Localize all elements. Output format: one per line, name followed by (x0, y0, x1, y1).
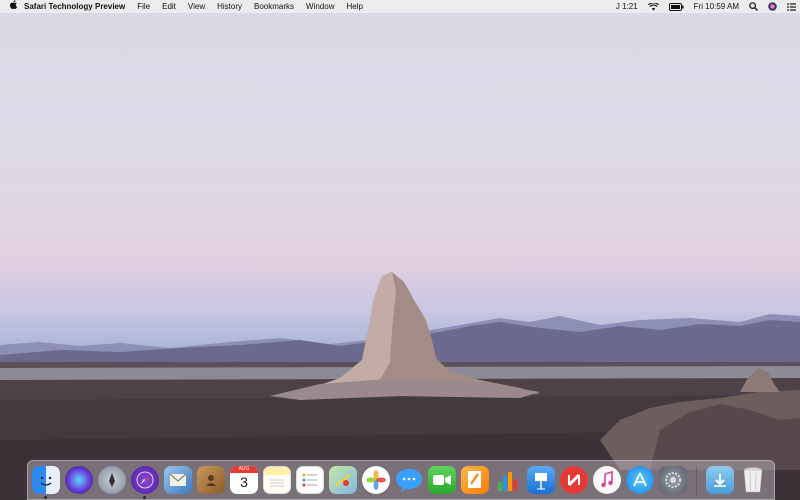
dock: AUG 3 (27, 460, 775, 500)
menubar-clock[interactable]: Fri 10:59 AM (694, 0, 739, 13)
keynote-icon[interactable] (527, 466, 555, 494)
menu-view[interactable]: View (182, 0, 211, 13)
menu-file[interactable]: File (131, 0, 156, 13)
itunes-icon[interactable] (593, 466, 621, 494)
messages-icon[interactable] (395, 466, 423, 494)
calendar-icon[interactable]: AUG 3 (230, 466, 258, 494)
safari-running-indicator (143, 496, 146, 499)
finder-running-indicator (44, 496, 47, 499)
menu-edit[interactable]: Edit (156, 0, 182, 13)
app-menu[interactable]: Safari Technology Preview (20, 0, 131, 13)
user-status[interactable]: J 1:21 (616, 0, 638, 13)
mail-icon[interactable] (164, 466, 192, 494)
launchpad-icon[interactable] (98, 466, 126, 494)
notes-icon[interactable] (263, 466, 291, 494)
menu-help[interactable]: Help (340, 0, 368, 13)
finder-icon[interactable] (32, 466, 60, 494)
desktop-wallpaper: Safari Technology Preview File Edit View… (0, 0, 800, 500)
siri-icon[interactable] (768, 2, 777, 11)
apple-icon[interactable] (0, 0, 20, 13)
safari-technology-preview-icon[interactable] (131, 466, 159, 494)
dock-separator (696, 467, 697, 495)
maps-icon[interactable] (329, 466, 357, 494)
app-store-icon[interactable] (626, 466, 654, 494)
facetime-icon[interactable] (428, 466, 456, 494)
menu-history[interactable]: History (211, 0, 248, 13)
siri-app-icon[interactable] (65, 466, 93, 494)
search-icon[interactable] (749, 2, 758, 11)
system-preferences-icon[interactable] (659, 466, 687, 494)
contacts-icon[interactable] (197, 466, 225, 494)
menu-bar: Safari Technology Preview File Edit View… (0, 0, 800, 13)
wallpaper-landscape (0, 272, 800, 500)
menu-window[interactable]: Window (300, 0, 340, 13)
battery-icon[interactable] (668, 2, 684, 11)
photos-icon[interactable] (362, 466, 390, 494)
list-icon[interactable] (787, 2, 796, 11)
trash-icon[interactable] (739, 466, 767, 494)
news-icon[interactable] (560, 466, 588, 494)
downloads-folder-icon[interactable] (706, 466, 734, 494)
calendar-day: 3 (240, 474, 248, 490)
calendar-month: AUG (230, 466, 258, 473)
pages-icon[interactable] (461, 466, 489, 494)
wifi-icon[interactable] (647, 2, 659, 11)
menu-bookmarks[interactable]: Bookmarks (248, 0, 300, 13)
numbers-icon[interactable] (494, 466, 522, 494)
reminders-icon[interactable] (296, 466, 324, 494)
